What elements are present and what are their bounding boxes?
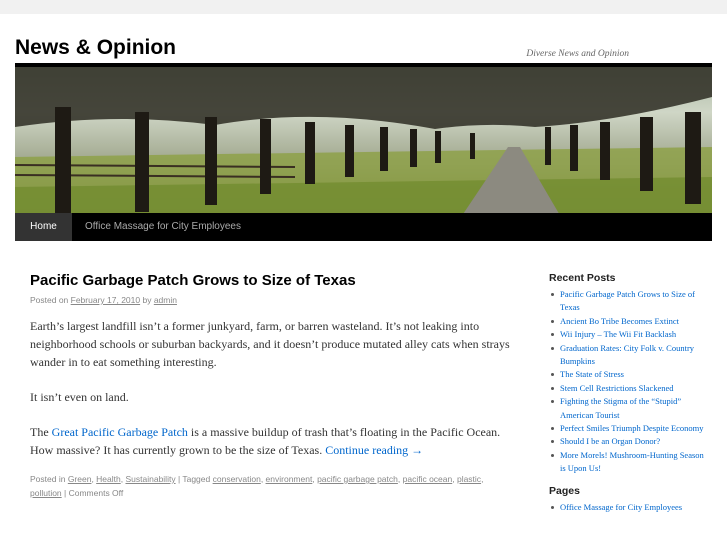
list-item: Graduation Rates: City Folk v. Country B…	[549, 342, 709, 369]
category-link[interactable]: Green	[68, 474, 92, 484]
posted-in-label: Posted in	[30, 474, 68, 484]
list-item: Wii Injury – The Wii Fit Backlash	[549, 328, 709, 341]
list-item: Should I be an Organ Donor?	[549, 435, 709, 448]
paragraph-1: Earth’s largest landfill isn’t a former …	[30, 319, 510, 369]
post-date-link[interactable]: February 17, 2010	[71, 295, 140, 305]
list-item: More Morels! Mushroom-Hunting Season is …	[549, 449, 709, 476]
site-title[interactable]: News & Opinion	[15, 36, 176, 60]
recent-post-link[interactable]: The State of Stress	[560, 369, 624, 379]
recent-post-link[interactable]: Should I be an Organ Donor?	[560, 436, 660, 446]
list-item: Fighting the Stigma of the “Stupid” Amer…	[549, 395, 709, 422]
tag-link[interactable]: pacific ocean	[403, 474, 453, 484]
list-item: Perfect Smiles Triumph Despite Economy	[549, 422, 709, 435]
tag-link[interactable]: plastic	[457, 474, 481, 484]
recent-post-link[interactable]: Wii Injury – The Wii Fit Backlash	[560, 329, 676, 339]
pages-title: Pages	[549, 484, 580, 497]
list-item: Pacific Garbage Patch Grows to Size of T…	[549, 288, 709, 315]
list-item: Stem Cell Restrictions Slackened	[549, 382, 709, 395]
tagged-label: | Tagged	[175, 474, 213, 484]
recent-post-link[interactable]: Fighting the Stigma of the “Stupid” Amer…	[560, 396, 681, 419]
recent-posts-title: Recent Posts	[549, 272, 616, 284]
post-author-link[interactable]: admin	[154, 295, 177, 305]
tag-link[interactable]: pollution	[30, 488, 62, 498]
tag-link[interactable]: pacific garbage patch	[317, 474, 398, 484]
category-link[interactable]: Sustainability	[125, 474, 175, 484]
p3-before: The	[30, 425, 52, 439]
recent-post-link[interactable]: Graduation Rates: City Folk v. Country B…	[560, 343, 694, 366]
tag-link[interactable]: environment	[266, 474, 313, 484]
list-item: Ancient Bo Tribe Becomes Extinct	[549, 315, 709, 328]
recent-post-link[interactable]: More Morels! Mushroom-Hunting Season is …	[560, 450, 704, 473]
main-navigation: Home Office Massage for City Employees	[15, 213, 712, 241]
paragraph-2: It isn’t even on land.	[30, 390, 129, 404]
pages-list: Office Massage for City Employees	[549, 501, 709, 514]
post-content: Pacific Garbage Patch Grows to Size of T…	[30, 272, 510, 500]
sidebar: Recent Posts Pacific Garbage Patch Grows…	[549, 272, 709, 514]
comments-off-label: | Comments Off	[61, 487, 124, 498]
recent-post-link[interactable]: Pacific Garbage Patch Grows to Size of T…	[560, 289, 695, 312]
recent-post-link[interactable]: Stem Cell Restrictions Slackened	[560, 383, 674, 393]
category-link[interactable]: Health	[96, 474, 121, 484]
post-utility: Posted in Green, Health, Sustainability …	[30, 474, 484, 498]
post-title[interactable]: Pacific Garbage Patch Grows to Size of T…	[30, 272, 510, 289]
nav-office-massage[interactable]: Office Massage for City Employees	[85, 213, 241, 241]
post-body: Earth’s largest landfill isn’t a former …	[30, 317, 510, 459]
recent-post-link[interactable]: Ancient Bo Tribe Becomes Extinct	[560, 316, 679, 326]
garbage-patch-link[interactable]: Great Pacific Garbage Patch	[52, 425, 188, 439]
list-item: Office Massage for City Employees	[549, 501, 709, 514]
continue-reading-link[interactable]: Continue reading →	[325, 443, 423, 457]
page-link[interactable]: Office Massage for City Employees	[560, 502, 682, 512]
post-meta: Posted on February 17, 2010 by admin	[30, 295, 510, 305]
tag-link[interactable]: conservation	[213, 474, 261, 484]
recent-post-link[interactable]: Perfect Smiles Triumph Despite Economy	[560, 423, 704, 433]
list-item: The State of Stress	[549, 368, 709, 381]
site-description: Diverse News and Opinion	[526, 49, 629, 59]
nav-home[interactable]: Home	[15, 213, 72, 241]
recent-posts-list: Pacific Garbage Patch Grows to Size of T…	[549, 288, 709, 476]
paragraph-3: The Great Pacific Garbage Patch is a mas…	[30, 423, 510, 459]
meta-by: by	[140, 295, 154, 305]
meta-prefix: Posted on	[30, 295, 71, 305]
